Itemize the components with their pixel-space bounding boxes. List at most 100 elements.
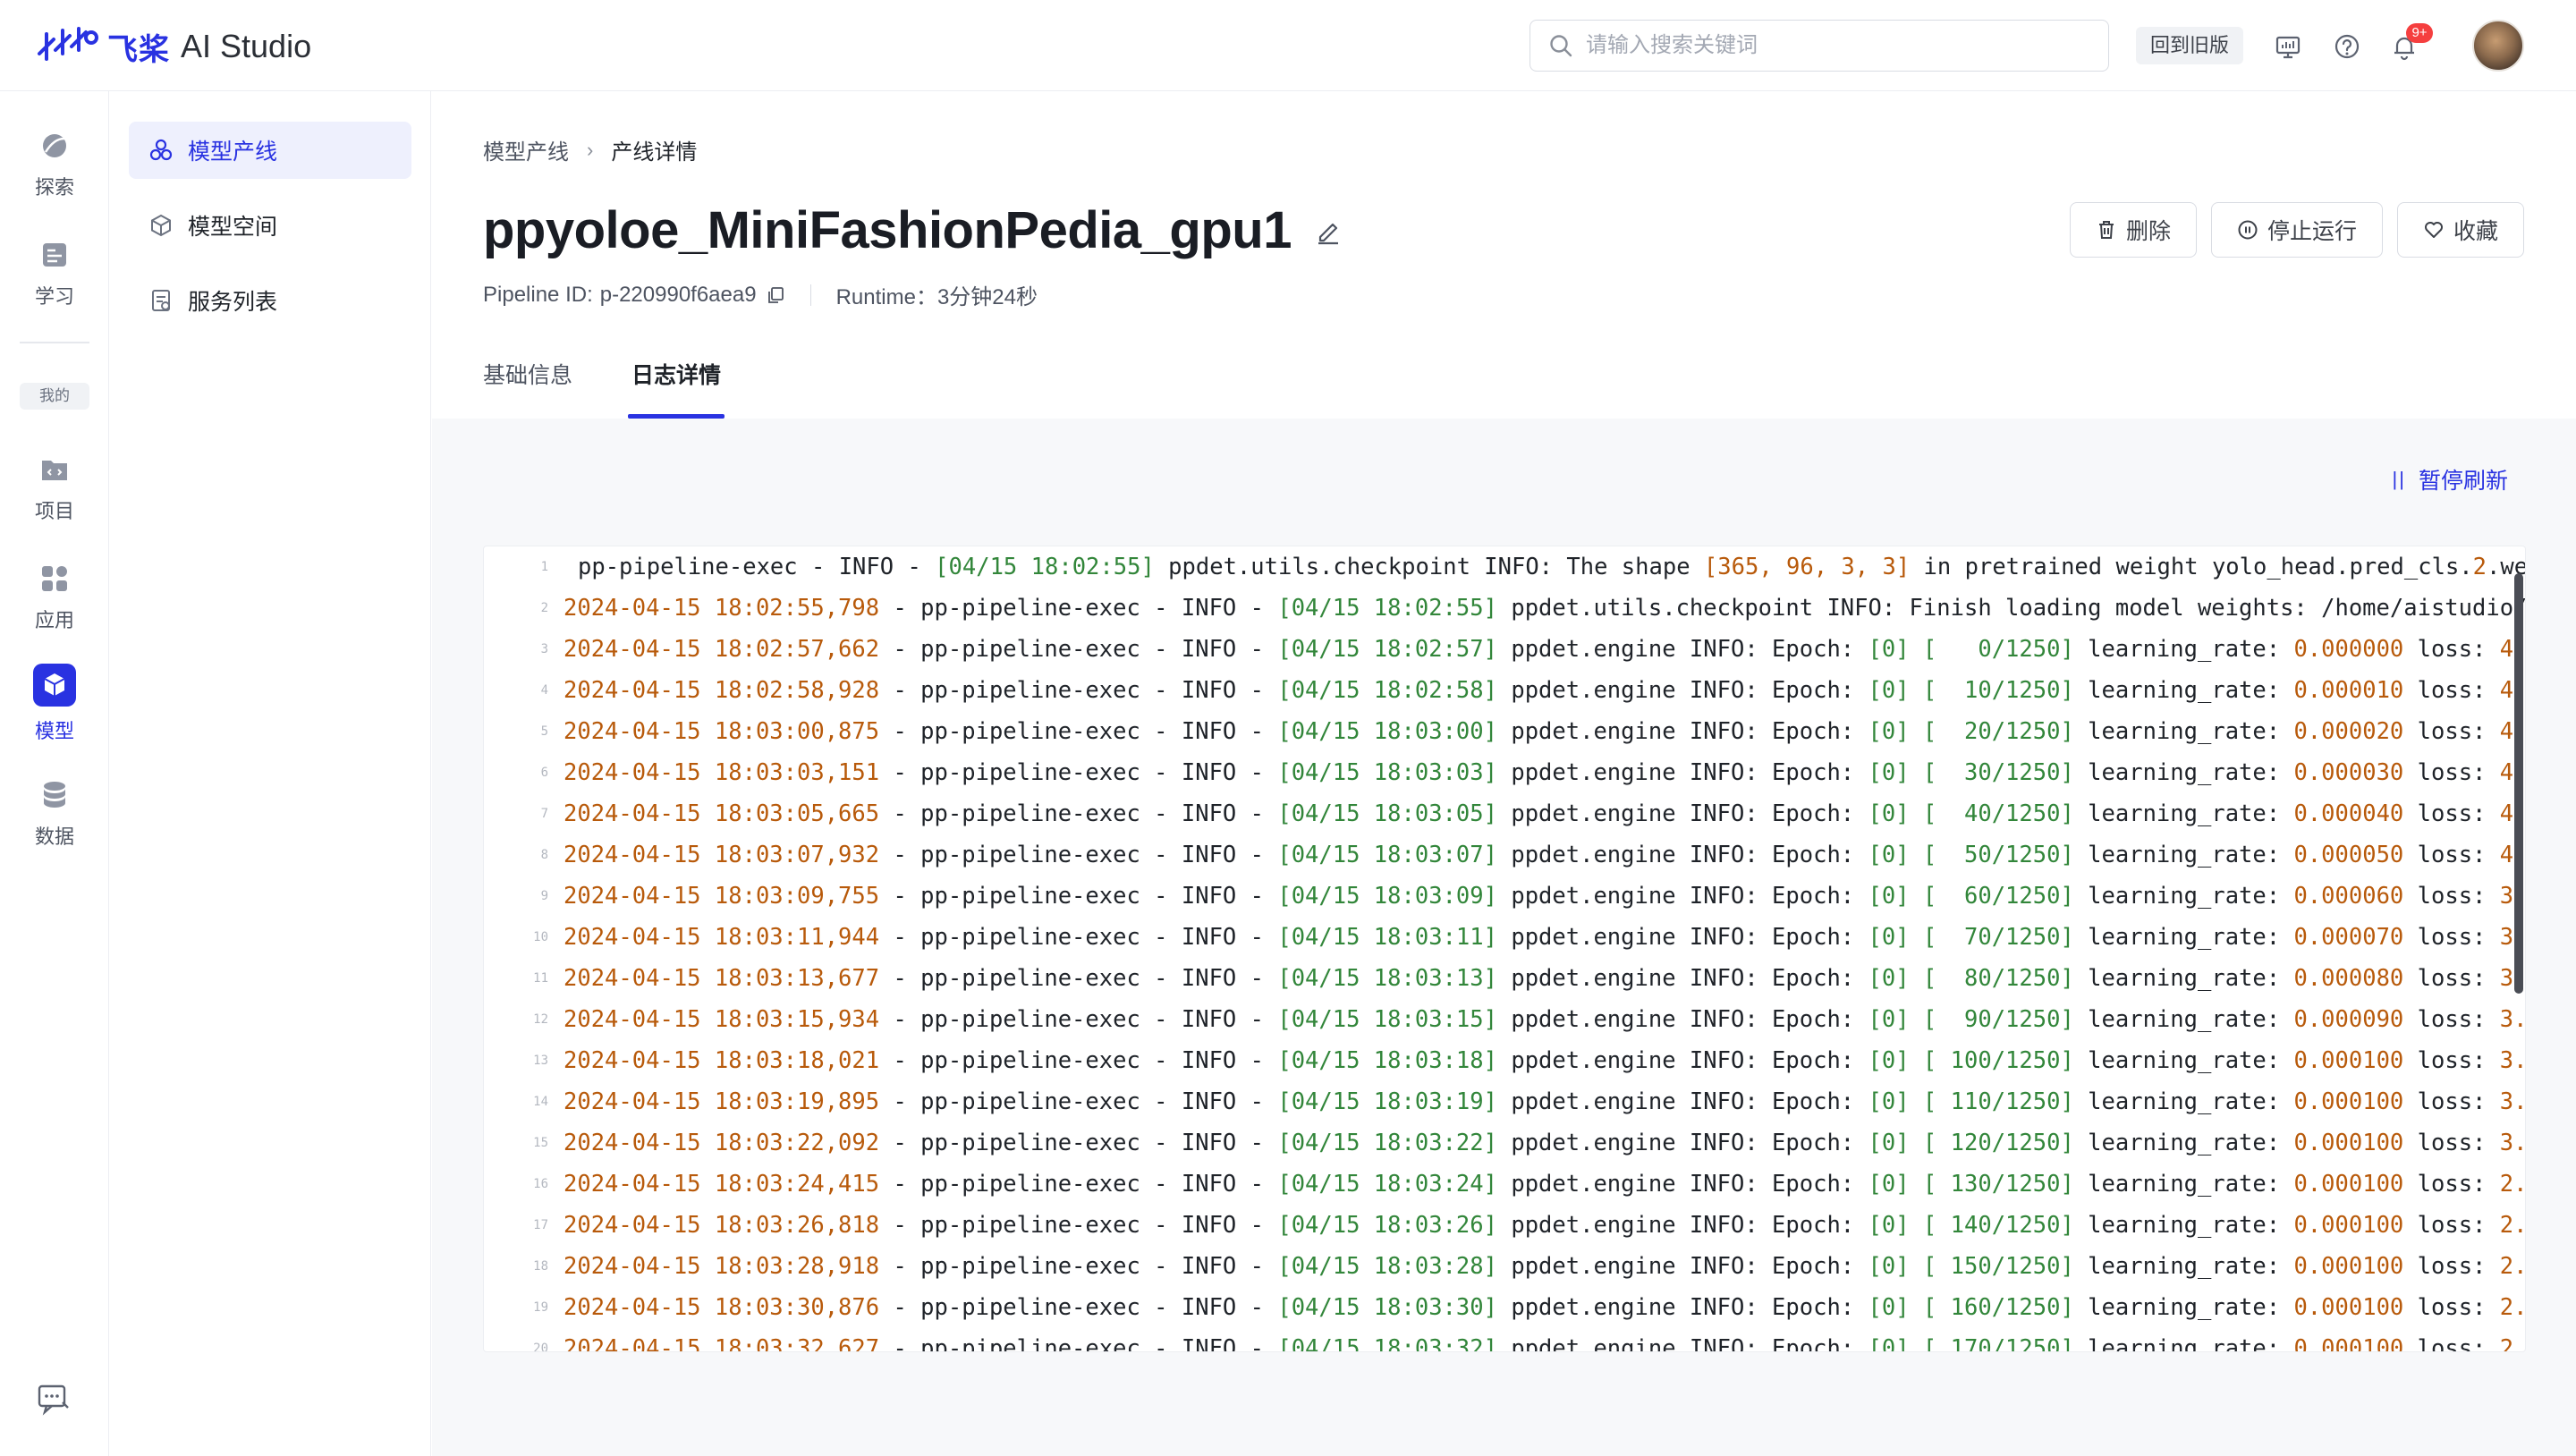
subnav-item-label: 模型产线 [188,140,278,165]
log-line-text: 2024-04-15 18:03:00,875 - pp-pipeline-ex… [564,718,2526,745]
favorite-button[interactable]: 收藏 [2396,202,2524,258]
paddle-logo-icon [38,27,98,61]
pipeline-icon [149,139,173,161]
pause-circle-icon [2238,220,2258,240]
cube-icon [151,214,171,237]
line-number: 8 [540,848,548,862]
monitor-icon[interactable] [2272,30,2304,63]
tab-log-details[interactable]: 日志详情 [628,358,725,419]
line-number: 5 [540,724,548,739]
log-line-text: 2024-04-15 18:02:58,928 - pp-pipeline-ex… [564,677,2526,704]
favorite-button-label: 收藏 [2453,219,2498,244]
log-line: 6 2024-04-15 18:03:03,151 - pp-pipeline-e… [484,752,2525,793]
feedback-icon[interactable] [36,1381,72,1417]
log-line: 16 2024-04-15 18:03:24,415 - pp-pipeline-… [484,1164,2525,1205]
line-number: 20 [533,1342,548,1352]
log-line: 17 2024-04-15 18:03:26,818 - pp-pipeline-… [484,1205,2525,1246]
pause-refresh-button[interactable]: || 暂停刷新 [2393,463,2508,495]
log-line-text: 2024-04-15 18:03:07,932 - pp-pipeline-ex… [564,842,2526,868]
log-line-text: 2024-04-15 18:03:32,627 - pp-pipeline-ex… [564,1335,2526,1352]
data-icon [44,782,65,808]
stop-run-button[interactable]: 停止运行 [2210,202,2383,258]
meta-divider [809,284,811,306]
pipeline-meta: Pipeline ID: p-220990f6aea9 Runtime： 3分钟… [483,279,1038,310]
log-lines: 1 pp-pipeline-exec - INFO - [04/15 18:02… [484,546,2525,1352]
log-line-text: 2024-04-15 18:03:15,934 - pp-pipeline-ex… [564,1006,2526,1033]
search-input[interactable] [1586,33,2087,58]
log-line-text: 2024-04-15 18:03:09,755 - pp-pipeline-ex… [564,883,2526,910]
edit-icon[interactable] [1313,216,1343,246]
log-line-text: 2024-04-15 18:03:26,818 - pp-pipeline-ex… [564,1212,2526,1239]
log-scrollbar[interactable] [2514,573,2523,994]
log-line: 12 2024-04-15 18:03:15,934 - pp-pipeline-… [484,999,2525,1040]
line-number: 18 [533,1259,548,1274]
log-line-text: 2024-04-15 18:03:18,021 - pp-pipeline-ex… [564,1047,2526,1074]
tab-basic-info[interactable]: 基础信息 [483,358,572,419]
rail-item-explore[interactable]: 探索 [0,129,109,218]
avatar[interactable] [2472,20,2524,72]
log-line: 13 2024-04-15 18:03:18,021 - pp-pipeline-… [484,1040,2525,1081]
mine-section-label: 我的 [20,383,89,410]
line-number: 14 [533,1095,548,1109]
subnav-item-pipelines[interactable]: 模型产线 [129,122,411,179]
heart-icon [2424,222,2443,238]
log-line-text: 2024-04-15 18:03:24,415 - pp-pipeline-ex… [564,1171,2526,1198]
log-line-text: 2024-04-15 18:03:03,151 - pp-pipeline-ex… [564,759,2526,786]
explore-icon [43,134,66,157]
rail-item-data[interactable]: 数据 [0,778,109,868]
detail-tabs: 基础信息 日志详情 [483,358,780,419]
search-box[interactable] [1530,20,2109,72]
logo-text-cn: 飞桨 [107,32,170,67]
left-rail: 探索 学习 我的 项目 应用 模型 数据 [0,91,109,1456]
rail-item-label: 项目 [34,500,74,522]
action-buttons: 删除 停止运行 收藏 [2069,202,2524,258]
line-number: 3 [540,642,548,656]
log-line: 1 pp-pipeline-exec - INFO - [04/15 18:02… [484,546,2525,588]
pipeline-id-value: p-220990f6aea9 [599,282,757,307]
log-line-text: 2024-04-15 18:03:05,665 - pp-pipeline-ex… [564,800,2526,827]
rail-item-label: 模型 [34,720,74,742]
log-line: 7 2024-04-15 18:03:05,665 - pp-pipeline-e… [484,793,2525,834]
rail-item-learn[interactable]: 学习 [0,238,109,327]
help-icon[interactable] [2331,30,2363,63]
log-line-text: pp-pipeline-exec - INFO - [04/15 18:02:5… [578,554,2525,580]
rail-item-label: 探索 [34,176,74,199]
line-number: 11 [533,971,548,986]
page-title: ppyoloe_MiniFashionPedia_gpu1 [483,201,1292,259]
pause-icon: || [2392,468,2406,490]
logo[interactable]: 飞桨 AI Studio [36,25,311,68]
learn-icon [43,243,66,267]
rail-divider [20,342,89,343]
rail-item-label: 数据 [34,825,74,848]
runtime-value: 3分钟24秒 [936,285,1038,309]
subnav-item-services[interactable]: 服务列表 [129,272,411,329]
log-line: 3 2024-04-15 18:02:57,662 - pp-pipeline-e… [484,629,2525,670]
rail-item-model[interactable]: 模型 [0,664,109,753]
breadcrumb-parent-link[interactable]: 模型产线 [483,134,569,165]
log-line-text: 2024-04-15 18:03:19,895 - pp-pipeline-ex… [564,1088,2526,1115]
log-line: 10 2024-04-15 18:03:11,944 - pp-pipeline-… [484,917,2525,958]
log-line: 20 2024-04-15 18:03:32,627 - pp-pipeline-… [484,1328,2525,1352]
copy-icon[interactable] [766,285,785,305]
rail-item-label: 学习 [34,285,74,308]
rail-item-apps[interactable]: 应用 [0,562,109,651]
line-number: 2 [540,601,548,615]
back-to-old-version-button[interactable]: 回到旧版 [2136,27,2244,64]
line-number: 10 [533,930,548,944]
delete-button[interactable]: 删除 [2069,202,2197,258]
rail-item-project[interactable]: 项目 [0,453,109,542]
log-line: 9 2024-04-15 18:03:09,755 - pp-pipeline-e… [484,876,2525,917]
log-line-text: 2024-04-15 18:03:11,944 - pp-pipeline-ex… [564,924,2526,951]
log-line-text: 2024-04-15 18:03:22,092 - pp-pipeline-ex… [564,1130,2526,1156]
delete-button-label: 删除 [2125,219,2171,244]
notification-badge: 9+ [2406,23,2433,43]
log-viewer[interactable]: 1 pp-pipeline-exec - INFO - [04/15 18:02… [483,546,2526,1352]
log-line: 2 2024-04-15 18:02:55,798 - pp-pipeline-… [484,588,2525,629]
log-line-text: 2024-04-15 18:03:30,876 - pp-pipeline-ex… [564,1294,2526,1321]
subnav-item-model-space[interactable]: 模型空间 [129,197,411,254]
line-number: 12 [533,1012,548,1027]
log-line: 14 2024-04-15 18:03:19,895 - pp-pipeline-… [484,1081,2525,1122]
log-line: 19 2024-04-15 18:03:30,876 - pp-pipeline-… [484,1287,2525,1328]
apps-icon [42,566,67,591]
breadcrumb: 模型产线 › 产线详情 [483,134,697,165]
